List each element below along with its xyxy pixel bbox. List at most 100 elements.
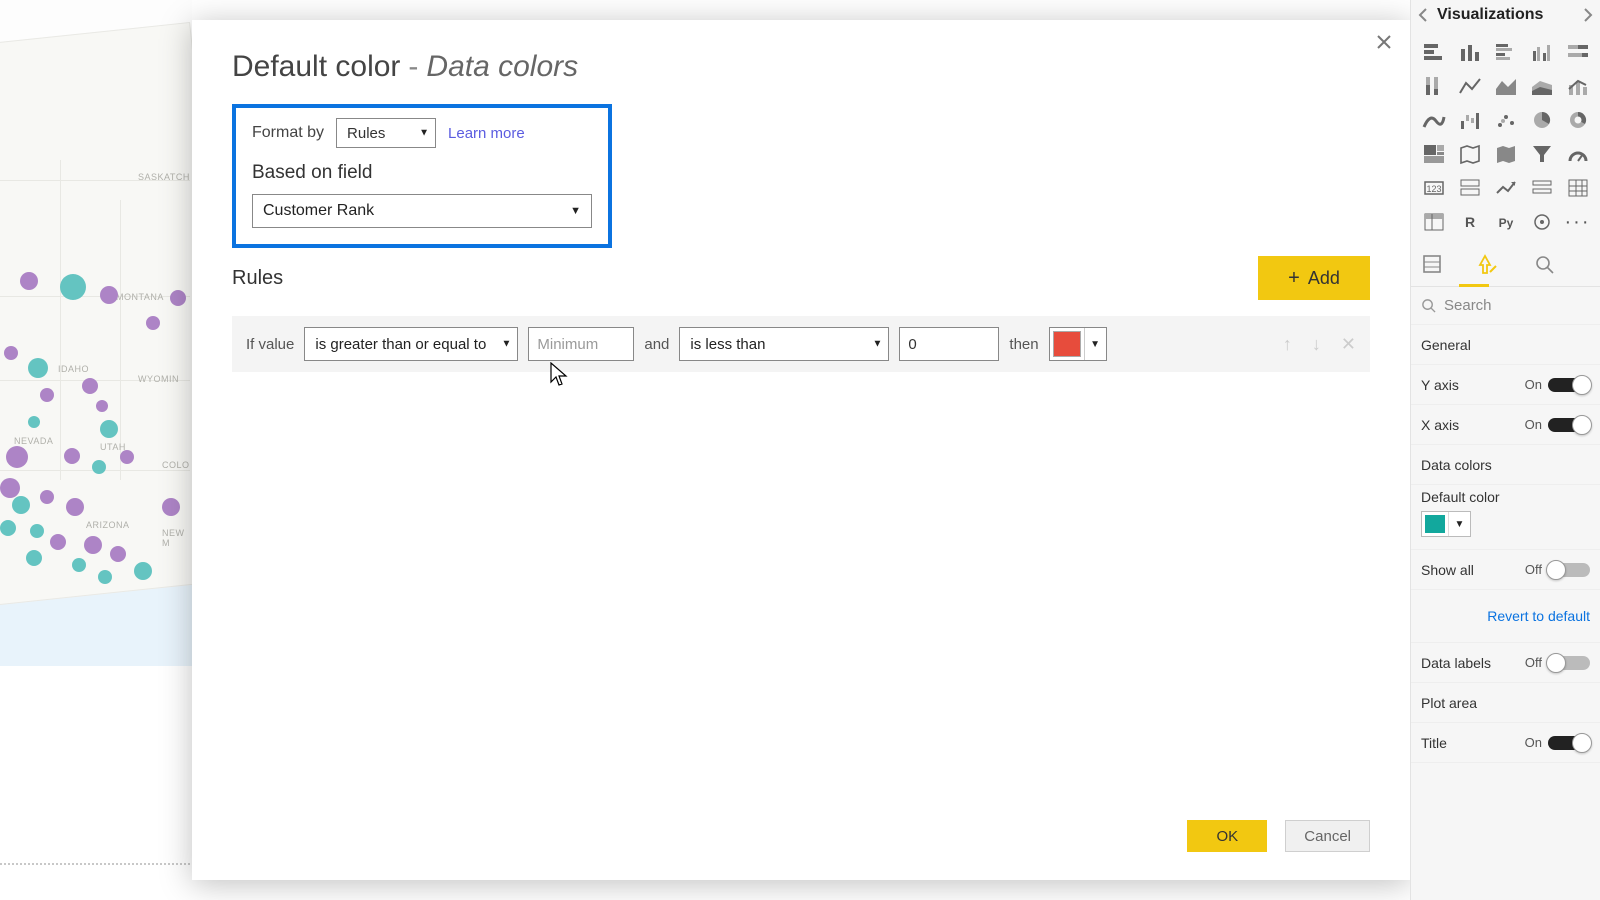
format-data-colors-label: Data colors (1421, 457, 1492, 473)
map-canvas: SASKATCH MONTANA IDAHO WYOMIN NEVADA UTA… (0, 0, 192, 900)
treemap-icon[interactable] (1419, 140, 1449, 168)
rule-row: If value is greater than or equal to ▼ a… (232, 316, 1370, 372)
pie-icon[interactable] (1527, 106, 1557, 134)
clustered-column-chart-icon[interactable] (1527, 38, 1557, 66)
clustered-bar-chart-icon[interactable] (1491, 38, 1521, 66)
area-chart-icon[interactable] (1491, 72, 1521, 100)
analytics-tab[interactable] (1529, 250, 1559, 278)
ok-button-label: OK (1216, 828, 1238, 845)
data-labels-label: Data labels (1421, 655, 1491, 671)
format-section-title[interactable]: Title On (1411, 723, 1600, 763)
show-all-toggle[interactable] (1548, 563, 1590, 577)
format-tab[interactable] (1473, 250, 1503, 278)
x-axis-toggle[interactable] (1548, 418, 1590, 432)
rule-operator-2-value: is less than (690, 336, 765, 353)
revert-to-default-link[interactable]: Revert to default (1411, 590, 1600, 643)
line-chart-icon[interactable] (1455, 72, 1485, 100)
move-rule-up-button[interactable]: ↑ (1283, 334, 1292, 355)
search-placeholder: Search (1444, 297, 1492, 314)
close-button[interactable] (1372, 30, 1396, 54)
matrix-icon[interactable] (1419, 208, 1449, 236)
key-influencers-icon[interactable] (1527, 208, 1557, 236)
fields-tab[interactable] (1417, 250, 1447, 278)
rule-color-swatch (1053, 331, 1081, 357)
kpi-icon[interactable] (1491, 174, 1521, 202)
rule-operator-1-select[interactable]: is greater than or equal to ▼ (304, 327, 518, 361)
format-section-y-axis[interactable]: Y axis On (1411, 365, 1600, 405)
card-icon[interactable]: 123 (1419, 174, 1449, 202)
scatter-icon[interactable] (1491, 106, 1521, 134)
format-section-data-colors[interactable]: Data colors (1411, 445, 1600, 485)
rule-value-2-input[interactable] (899, 327, 999, 361)
delete-rule-button[interactable]: ✕ (1341, 334, 1356, 355)
stacked-bar-chart-icon[interactable] (1419, 38, 1449, 66)
rule-value-1-input[interactable] (528, 327, 634, 361)
show-all-label: Show all (1421, 562, 1474, 578)
format-section-plot-area[interactable]: Plot area (1411, 683, 1600, 723)
dialog-title-sub: Data colors (426, 50, 578, 84)
learn-more-link[interactable]: Learn more (448, 125, 525, 142)
more-visuals-button[interactable]: ··· (1563, 208, 1593, 236)
x-axis-state-label: On (1525, 417, 1542, 432)
waterfall-icon[interactable] (1455, 106, 1485, 134)
visualization-gallery: 123 R Py ··· (1411, 30, 1600, 244)
ribbon-chart-icon[interactable] (1419, 106, 1449, 134)
based-on-field-select[interactable]: Customer Rank ▼ (252, 194, 592, 228)
donut-icon[interactable] (1563, 106, 1593, 134)
caret-down-icon: ▼ (501, 339, 511, 350)
r-visual-icon[interactable]: R (1455, 208, 1485, 236)
filled-map-icon[interactable] (1491, 140, 1521, 168)
stacked-column-chart-icon[interactable] (1455, 38, 1485, 66)
slicer-icon[interactable] (1527, 174, 1557, 202)
ok-button[interactable]: OK (1187, 820, 1267, 852)
y-axis-state-label: On (1525, 377, 1542, 392)
hundred-percent-bar-icon[interactable] (1563, 38, 1593, 66)
rule-then-label: then (1009, 336, 1038, 353)
map-label-colo: COLO (162, 460, 190, 470)
move-rule-down-button[interactable]: ↓ (1312, 334, 1321, 355)
caret-down-icon: ▼ (419, 128, 429, 139)
visualizations-pane-title: Visualizations (1437, 6, 1543, 24)
python-visual-icon[interactable]: Py (1491, 208, 1521, 236)
visualizations-pane: Visualizations (1410, 0, 1600, 900)
cancel-button[interactable]: Cancel (1285, 820, 1370, 852)
caret-down-icon: ▼ (873, 339, 883, 350)
default-color-picker[interactable]: ▼ (1421, 511, 1471, 537)
title-state-label: On (1525, 735, 1542, 750)
format-section-data-labels[interactable]: Data labels Off (1411, 643, 1600, 683)
rule-operator-2-select[interactable]: is less than ▼ (679, 327, 889, 361)
data-labels-toggle[interactable] (1548, 656, 1590, 670)
title-toggle[interactable] (1548, 736, 1590, 750)
caret-down-icon: ▼ (570, 205, 581, 217)
pane-collapse-left-button[interactable] (1415, 3, 1433, 27)
map-label-idaho: IDAHO (58, 364, 89, 374)
svg-text:123: 123 (1426, 184, 1441, 194)
format-by-value: Rules (347, 125, 385, 142)
conditional-formatting-dialog: Default color - Data colors Format by Ru… (192, 20, 1410, 880)
map-label-saskatch: SASKATCH (138, 172, 190, 182)
format-section-x-axis[interactable]: X axis On (1411, 405, 1600, 445)
format-show-all[interactable]: Show all Off (1411, 550, 1600, 590)
format-by-select[interactable]: Rules ▼ (336, 118, 436, 148)
caret-down-icon: ▼ (1084, 328, 1106, 360)
y-axis-toggle[interactable] (1548, 378, 1590, 392)
format-search-input[interactable]: Search (1411, 287, 1600, 325)
plot-area-label: Plot area (1421, 695, 1477, 711)
stacked-area-icon[interactable] (1527, 72, 1557, 100)
format-x-axis-label: X axis (1421, 417, 1459, 433)
multirow-card-icon[interactable] (1455, 174, 1485, 202)
rule-if-value-label: If value (246, 336, 294, 353)
add-rule-button[interactable]: + Add (1258, 256, 1370, 300)
table-icon[interactable] (1563, 174, 1593, 202)
format-section-general[interactable]: General (1411, 325, 1600, 365)
hundred-percent-column-icon[interactable] (1419, 72, 1449, 100)
pane-collapse-right-button[interactable] (1578, 3, 1596, 27)
line-column-chart-icon[interactable] (1563, 72, 1593, 100)
default-color-label: Default color (1421, 489, 1590, 505)
rule-operator-1-value: is greater than or equal to (315, 336, 486, 353)
map-label-arizona: ARIZONA (86, 520, 130, 530)
gauge-icon[interactable] (1563, 140, 1593, 168)
map-icon[interactable] (1455, 140, 1485, 168)
rule-color-picker[interactable]: ▼ (1049, 327, 1107, 361)
funnel-icon[interactable] (1527, 140, 1557, 168)
